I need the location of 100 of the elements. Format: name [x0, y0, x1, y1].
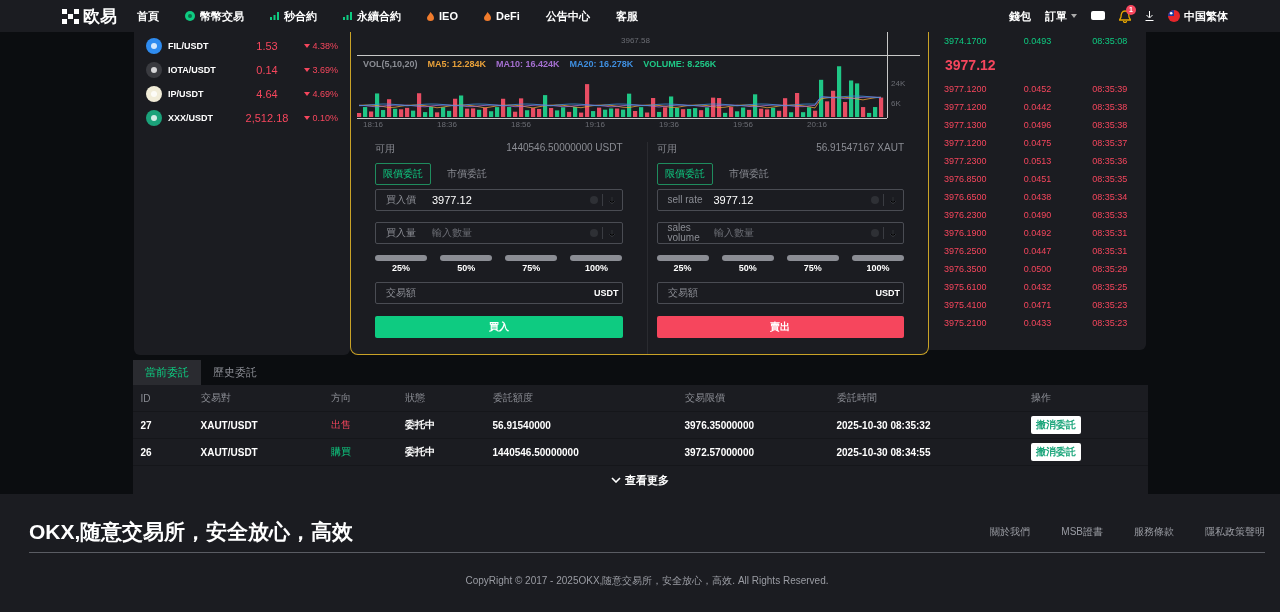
message-icon[interactable] [1091, 11, 1105, 21]
trade-price: 3975.2100 [942, 318, 988, 328]
percent-button[interactable]: 25% [656, 255, 709, 273]
sell-button[interactable]: 賣出 [656, 316, 904, 338]
download-icon[interactable] [1145, 11, 1154, 21]
trade-time: 08:35:23 [1091, 318, 1129, 328]
nav-link[interactable]: 秒合約 [270, 8, 317, 24]
axis-label: 18:16 [363, 120, 384, 129]
column-header: 操作 [1030, 391, 1052, 405]
trade-amount: 0.0493 [1022, 36, 1053, 46]
nav-link[interactable]: 永續合約 [343, 8, 401, 24]
market-row[interactable]: FIL/USDT 1.53 4.38% [134, 34, 350, 58]
trade-time: 08:35:08 [1091, 36, 1129, 46]
nav-link[interactable]: DeFi [483, 10, 520, 22]
column-header: 交易對 [200, 391, 232, 405]
footer-link[interactable]: MSB證書 [1061, 525, 1103, 539]
nav-link[interactable]: 首頁 [137, 8, 159, 24]
copyright-text: CopyRight © 2017 - 2025OKX,随意交易所，安全放心，高效. All Rights Reserved. [464, 574, 830, 588]
view-more-link[interactable]: 查看更多 [132, 466, 1148, 494]
table-cell-text: 2025-10-30 08:34:55 [836, 446, 932, 458]
trade-amount: 0.0452 [1022, 84, 1053, 94]
available-label: 可用 [656, 142, 677, 156]
axis-label: 24K [891, 79, 906, 88]
percent-button[interactable]: 75% [505, 255, 558, 273]
nav-link[interactable]: 幣幣交易 [185, 8, 244, 24]
percent-button[interactable]: 50% [440, 255, 493, 273]
trade-price: 3977.1200 [942, 84, 988, 94]
trade-price: 3977.1200 [942, 102, 988, 112]
axis-label: 18:56 [511, 120, 532, 129]
amount-field[interactable]: 買入量 輸入數量 [375, 222, 623, 244]
order-type-tab[interactable]: 市價委託 [439, 163, 495, 185]
market-row[interactable]: XXX/USDT 2,512.18 0.10% [134, 106, 350, 130]
trade-price: 3977.1200 [942, 138, 988, 148]
orders-tab[interactable]: 當前委託 [132, 360, 201, 385]
nav-link[interactable]: IEO [427, 10, 458, 22]
percent-button[interactable]: 100% [570, 255, 623, 273]
trade-time: 08:35:38 [1091, 102, 1129, 112]
table-cell-text: 27 [140, 419, 153, 431]
total-field[interactable]: 交易額 USDT [375, 282, 623, 304]
trade-price: 3975.4100 [942, 300, 988, 310]
percent-button[interactable]: 75% [786, 255, 839, 273]
flag-icon [1168, 10, 1180, 22]
down-triangle-icon [304, 92, 311, 96]
available-balance: 56.91547167 XAUT [816, 142, 904, 155]
footer-link[interactable]: 隱私政策聲明 [1205, 525, 1265, 539]
trade-amount: 0.0475 [1022, 138, 1053, 148]
footer-link[interactable]: 服務條款 [1134, 525, 1174, 539]
column-header: ID [140, 392, 152, 404]
trade-price: 3976.2500 [942, 246, 988, 256]
trade-amount: 0.0500 [1022, 264, 1053, 274]
total-field[interactable]: 交易額 USDT [656, 282, 904, 304]
nav-link[interactable]: 客服 [615, 8, 638, 24]
trade-time: 08:35:38 [1091, 120, 1129, 130]
chevron-down-icon [611, 477, 621, 483]
orders-menu[interactable]: 訂單 [1045, 8, 1077, 24]
price-field[interactable]: 買入價 3977.12 [375, 189, 623, 211]
trade-time: 08:35:25 [1091, 282, 1129, 292]
trade-amount: 0.0442 [1022, 102, 1053, 112]
price-field[interactable]: sell rate 3977.12 [656, 189, 904, 211]
logo-text[interactable]: 欧易 [83, 4, 117, 28]
order-type-tab[interactable]: 限價委託 [375, 163, 431, 185]
table-cell-text: 26 [140, 446, 153, 458]
available-label: 可用 [375, 142, 395, 156]
bell-icon[interactable] [1119, 9, 1131, 23]
trade-price: 3975.6100 [942, 282, 988, 292]
table-cell-text: 56.91540000 [492, 419, 552, 431]
language-selector[interactable]: 中国繁体 [1168, 8, 1228, 24]
wallet-link[interactable]: 錢包 [1009, 8, 1031, 24]
trade-price: 3974.1700 [942, 36, 988, 46]
down-triangle-icon [304, 44, 311, 48]
caret-icon [1071, 14, 1077, 18]
legend-label: MA10: 16.424K [496, 59, 560, 69]
trade-amount: 0.0490 [1022, 210, 1053, 220]
percent-button[interactable]: 50% [721, 255, 774, 273]
trade-amount: 0.0496 [1022, 120, 1053, 130]
amount-field[interactable]: sales volume 輸入數量 [656, 222, 904, 244]
trade-amount: 0.0513 [1022, 156, 1053, 166]
market-row[interactable]: IOTA/USDT 0.14 3.69% [134, 58, 350, 82]
trade-time: 08:35:34 [1091, 192, 1129, 202]
axis-label: 19:36 [659, 120, 680, 129]
flame-icon [427, 11, 434, 21]
axis-label: 6K [891, 99, 901, 108]
order-type-tab[interactable]: 市價委託 [720, 163, 777, 185]
trade-price: 3976.3500 [942, 264, 988, 274]
footer-link[interactable]: 關於我們 [990, 525, 1031, 539]
table-cell-text: 購買 [330, 445, 352, 459]
percent-button[interactable]: 25% [375, 255, 427, 273]
coin-icon [185, 11, 195, 21]
orders-tab[interactable]: 歷史委託 [200, 360, 269, 385]
order-type-tab[interactable]: 限價委託 [656, 163, 713, 185]
trade-time: 08:35:29 [1091, 264, 1129, 274]
last-price: 3977.12 [945, 57, 996, 73]
coin-icon [146, 38, 162, 54]
market-row[interactable]: IP/USDT 4.64 4.69% [134, 82, 350, 106]
bar-signal-icon [270, 12, 279, 20]
table-cell-text: 3972.57000000 [684, 446, 756, 458]
trade-price: 3976.2300 [942, 210, 988, 220]
trade-amount: 0.0447 [1022, 246, 1053, 256]
nav-link[interactable]: 公告中心 [545, 8, 590, 24]
percent-button[interactable]: 100% [851, 255, 904, 273]
